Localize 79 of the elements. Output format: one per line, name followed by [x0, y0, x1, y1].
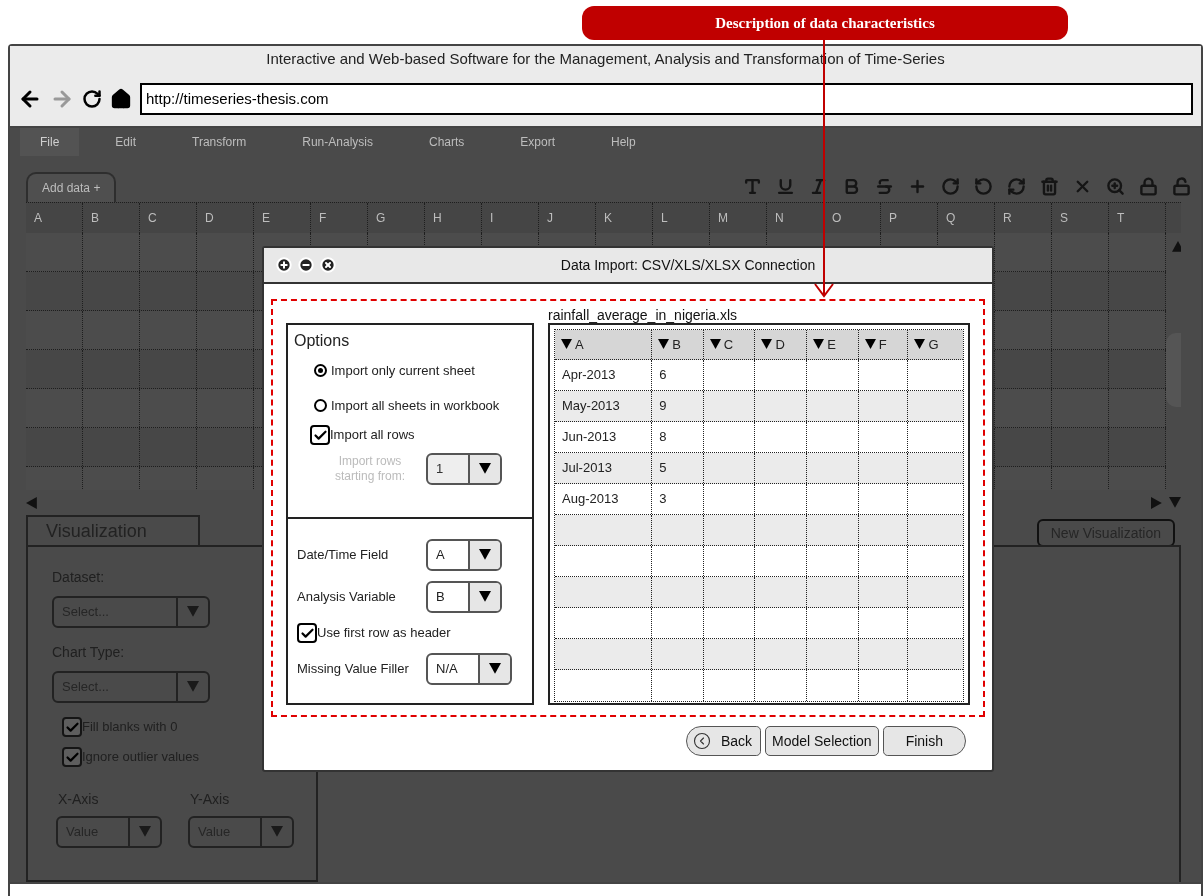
scroll-right-icon — [1151, 496, 1163, 509]
menu-item[interactable]: Edit — [95, 128, 157, 156]
table-cell-text: 6 — [659, 366, 667, 385]
dropdown[interactable]: B — [426, 581, 502, 613]
column-header[interactable]: B — [672, 334, 681, 355]
menu-item[interactable]: File — [20, 128, 80, 156]
close-icon[interactable] — [320, 257, 336, 273]
field-label: Analysis Variable — [297, 588, 397, 607]
table-cell-text: 5 — [659, 459, 667, 478]
table-cell-text: 8 — [659, 428, 667, 447]
redo-icon[interactable] — [941, 177, 960, 196]
dropdown[interactable]: N/A — [426, 653, 512, 685]
strikethrough-icon[interactable] — [875, 177, 894, 196]
dropdown[interactable]: A — [426, 539, 502, 571]
caret-icon — [139, 826, 151, 838]
menu-item[interactable]: Run-Analysis — [282, 128, 393, 156]
reload-icon[interactable] — [82, 89, 102, 109]
maximize-icon[interactable] — [276, 257, 292, 273]
options-title: Options — [294, 331, 351, 351]
field-label: Date/Time Field — [297, 546, 390, 565]
table-cell-text: 9 — [659, 397, 667, 416]
underline-icon[interactable] — [776, 177, 795, 196]
menu-item[interactable]: Help — [591, 128, 656, 156]
column-header[interactable]: C — [723, 334, 734, 355]
menu-item[interactable]: Export — [500, 128, 575, 156]
column-header[interactable]: G — [928, 334, 939, 355]
trash-icon[interactable] — [1040, 177, 1059, 196]
unlock-icon[interactable] — [1172, 177, 1191, 196]
checkbox[interactable] — [62, 747, 82, 767]
radio-label: Import all sheets in workbook — [331, 396, 500, 415]
table-cell-text: Jun-2013 — [562, 428, 617, 447]
table-cell-text: Jul-2013 — [562, 459, 612, 478]
sheet-tab[interactable]: Add data + — [26, 172, 117, 202]
callout-label: Description of data characteristics — [582, 6, 1068, 40]
radio-button[interactable] — [314, 398, 327, 412]
url-field[interactable]: http://timeseries-thesis.com — [140, 83, 1193, 115]
plus-icon[interactable] — [908, 177, 927, 196]
dialog-title: Data Import: CSV/XLS/XLSX Connection — [559, 255, 817, 275]
caret-icon — [479, 463, 491, 475]
field-label: Missing Value Filler — [297, 660, 410, 679]
model-selection-button[interactable]: Model Selection — [765, 726, 879, 756]
radio-label: Import only current sheet — [331, 362, 475, 380]
table-cell-text: Aug-2013 — [562, 490, 619, 509]
caret-icon — [187, 681, 199, 693]
table-cell-text: 3 — [659, 490, 667, 509]
column-header[interactable]: A — [575, 334, 584, 355]
home-icon[interactable] — [110, 88, 132, 110]
column-header[interactable]: D — [775, 334, 785, 355]
menu-item[interactable]: Charts — [408, 128, 485, 156]
menu-item[interactable]: Transform — [172, 128, 267, 156]
minimize-icon[interactable] — [298, 257, 314, 273]
file-name: rainfall_average_in_nigeria.xls — [548, 307, 739, 323]
table-cell-text: Apr-2013 — [562, 366, 616, 385]
checkbox-label: Use first row as header — [317, 624, 451, 643]
scroll-down-icon — [1169, 496, 1181, 509]
back-button[interactable]: Back — [685, 726, 761, 756]
start-row-label: Import rows starting from: — [334, 454, 406, 484]
column-header[interactable]: E — [827, 334, 836, 355]
caret-icon — [479, 591, 491, 603]
refresh-icon[interactable] — [1007, 177, 1026, 196]
lock-icon[interactable] — [1139, 177, 1158, 196]
scroll-left-icon — [26, 496, 38, 509]
radio-button[interactable] — [314, 364, 327, 378]
undo-icon[interactable] — [974, 177, 993, 196]
checkbox[interactable] — [310, 425, 330, 445]
checkbox[interactable] — [62, 717, 82, 737]
checkbox[interactable] — [297, 623, 317, 643]
checkbox-label: Import all rows — [330, 426, 415, 445]
scroll-up-icon — [1171, 241, 1181, 253]
caret-icon — [479, 549, 491, 561]
chevron-left-icon — [692, 732, 711, 750]
caret-icon — [187, 606, 199, 618]
text-icon[interactable] — [743, 177, 762, 196]
finish-button[interactable]: Finish — [882, 726, 966, 756]
zoom-in-icon[interactable] — [1106, 177, 1125, 196]
column-header[interactable]: F — [878, 334, 887, 355]
caret-icon — [489, 663, 501, 675]
table-cell-text: May-2013 — [562, 397, 620, 416]
caret-icon — [271, 826, 283, 838]
